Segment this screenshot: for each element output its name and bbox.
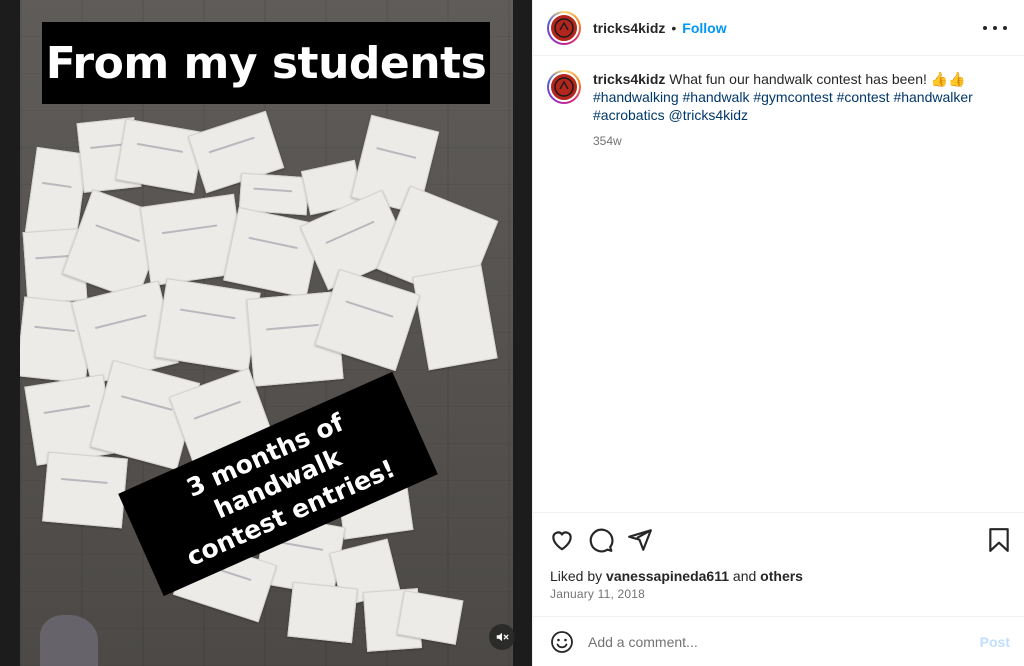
foot-image — [40, 615, 98, 666]
mute-button[interactable] — [489, 624, 515, 650]
action-bar — [533, 512, 1024, 564]
more-options-icon — [983, 26, 1007, 30]
heart-icon[interactable] — [549, 527, 575, 553]
post-media[interactable]: From my students 3 months of handwalk co… — [0, 0, 532, 666]
caption-body: tricks4kidz What fun our handwalk contes… — [593, 70, 1003, 150]
liked-by-and: and — [732, 568, 757, 584]
hashtag[interactable]: #handwalk — [683, 89, 750, 105]
post-date[interactable]: January 11, 2018 — [550, 587, 645, 601]
caption-username[interactable]: tricks4kidz — [593, 71, 665, 87]
post-sidebar: tricks4kidz • Follow tricks4kidz What fu… — [532, 0, 1024, 666]
comment-icon[interactable] — [588, 527, 614, 553]
hashtag[interactable]: #handwalker — [893, 89, 972, 105]
avatar-logo-icon — [549, 12, 579, 43]
header-username[interactable]: tricks4kidz — [593, 20, 665, 36]
comment-bar: Post — [533, 616, 1024, 666]
follow-button[interactable]: Follow — [682, 20, 726, 36]
post-header: tricks4kidz • Follow — [533, 0, 1024, 56]
avatar-logo-icon — [549, 72, 579, 102]
muted-speaker-icon — [496, 632, 509, 642]
share-icon[interactable] — [627, 527, 653, 553]
liked-by-prefix: Liked by — [550, 568, 603, 584]
top-banner: From my students — [42, 22, 490, 104]
avatar[interactable] — [547, 10, 581, 45]
more-options-button[interactable] — [983, 18, 1007, 38]
hashtag[interactable]: #gymcontest — [753, 89, 832, 105]
liked-by-user[interactable]: vanessapineda611 — [606, 568, 729, 584]
post-button[interactable]: Post — [980, 634, 1010, 650]
comment-input[interactable] — [588, 633, 958, 650]
caption-text: What fun our handwalk contest has been! … — [669, 71, 966, 87]
caption-time-ago[interactable]: 354w — [593, 132, 1003, 150]
caption-avatar[interactable] — [547, 70, 581, 104]
hashtag[interactable]: #contest — [837, 89, 890, 105]
top-banner-text: From my students — [45, 37, 487, 89]
bookmark-icon[interactable] — [986, 527, 1012, 553]
hashtag[interactable]: #acrobatics — [593, 107, 665, 123]
hashtag[interactable]: #handwalking — [593, 89, 679, 105]
likes-line: Liked by vanessapineda611 and others — [550, 568, 803, 584]
liked-by-others[interactable]: others — [760, 568, 803, 584]
emoji-icon[interactable] — [550, 630, 574, 654]
header-separator: • — [671, 19, 677, 36]
mention-link[interactable]: @tricks4kidz — [668, 107, 748, 123]
caption: tricks4kidz What fun our handwalk contes… — [547, 70, 1011, 150]
